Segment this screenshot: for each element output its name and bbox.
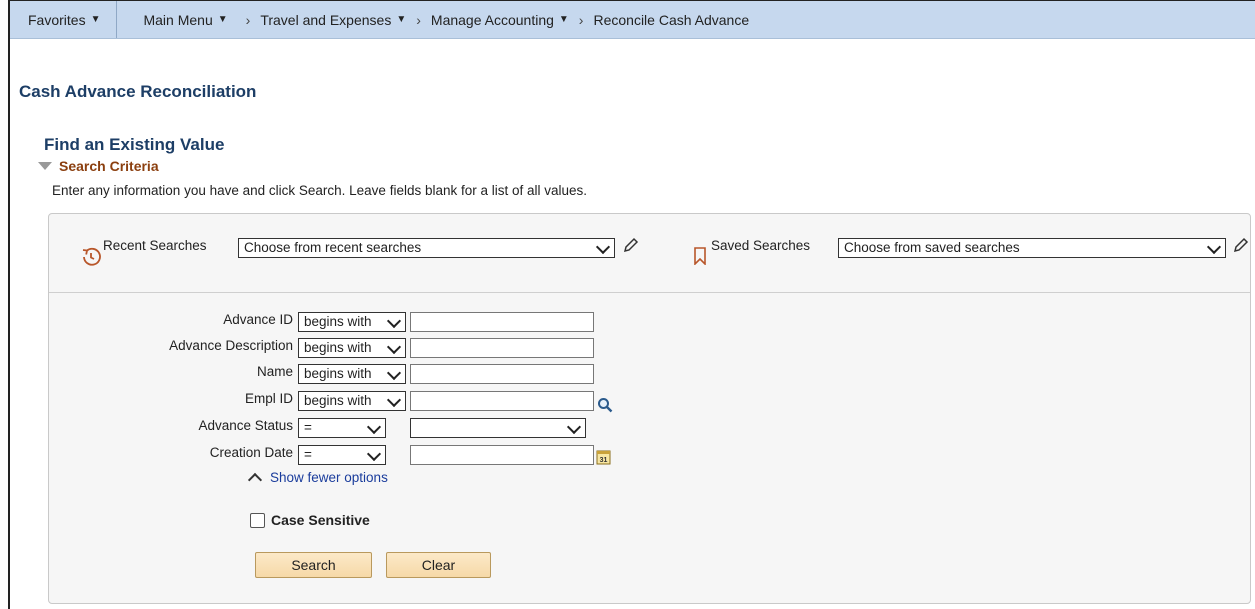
- saved-searches-label: Saved Searches: [711, 238, 811, 253]
- name-operator[interactable]: begins with: [298, 364, 406, 384]
- creation-date-input[interactable]: [410, 445, 594, 465]
- history-icon: [82, 247, 101, 266]
- pencil-icon[interactable]: [1232, 236, 1250, 254]
- chevron-down-icon: [386, 392, 402, 408]
- chevron-up-icon: [247, 472, 263, 488]
- pencil-icon[interactable]: [622, 236, 640, 254]
- search-criteria-label: Search Criteria: [59, 158, 159, 174]
- caret-down-icon: ▼: [90, 14, 101, 25]
- chevron-down-icon: [366, 419, 382, 435]
- advance-description-operator[interactable]: begins with: [298, 338, 406, 358]
- case-sensitive-label: Case Sensitive: [271, 512, 370, 528]
- show-fewer-options-link[interactable]: Show fewer options: [246, 470, 388, 488]
- breadcrumb-reconcile-cash-advance[interactable]: Reconcile Cash Advance: [593, 12, 749, 28]
- bookmark-icon: [694, 247, 706, 265]
- breadcrumb-manage-accounting[interactable]: Manage Accounting ▼: [431, 12, 569, 28]
- favorites-label: Favorites: [28, 11, 86, 28]
- operator-value: begins with: [304, 393, 372, 408]
- empl-id-operator[interactable]: begins with: [298, 391, 406, 411]
- operator-value: begins with: [304, 314, 372, 329]
- chevron-down-icon: [386, 313, 402, 329]
- recent-searches-value: Choose from recent searches: [244, 240, 422, 255]
- advance-id-label: Advance ID: [223, 312, 293, 327]
- breadcrumb-label: Manage Accounting: [430, 11, 554, 28]
- advance-status-label: Advance Status: [198, 418, 293, 433]
- advance-id-operator[interactable]: begins with: [298, 312, 406, 332]
- caret-down-icon: ▼: [396, 14, 407, 25]
- navigation-bar: Favorites ▼ Main Menu ▼ › Travel and Exp…: [10, 1, 1255, 39]
- saved-searches-select[interactable]: Choose from saved searches: [838, 238, 1226, 258]
- caret-down-icon: ▼: [558, 14, 569, 25]
- chevron-down-icon: [386, 365, 402, 381]
- advance-id-input[interactable]: [410, 312, 594, 332]
- creation-date-operator[interactable]: =: [298, 445, 386, 465]
- operator-value: begins with: [304, 340, 372, 355]
- recent-searches-label: Recent Searches: [103, 238, 207, 253]
- collapse-triangle-icon: [38, 162, 52, 170]
- panel-divider: [49, 292, 1250, 293]
- clear-button[interactable]: Clear: [386, 552, 491, 578]
- case-sensitive-checkbox[interactable]: [250, 512, 265, 528]
- chevron-down-icon: [566, 419, 582, 435]
- main-menu-label: Main Menu: [143, 11, 213, 28]
- breadcrumb-label: Reconcile Cash Advance: [593, 11, 750, 28]
- advance-description-input[interactable]: [410, 338, 594, 358]
- breadcrumb-label: Travel and Expenses: [260, 11, 392, 28]
- case-sensitive-option[interactable]: Case Sensitive: [250, 512, 370, 528]
- chevron-down-icon: [595, 239, 611, 255]
- advance-status-select[interactable]: [410, 418, 586, 438]
- operator-value: =: [304, 420, 312, 435]
- empl-id-label: Empl ID: [244, 391, 293, 406]
- find-existing-value-title: Find an Existing Value: [44, 135, 225, 154]
- search-criteria-toggle[interactable]: Search Criteria: [38, 158, 159, 174]
- creation-date-label: Creation Date: [209, 445, 293, 460]
- search-panel: Recent Searches Choose from recent searc…: [48, 213, 1251, 604]
- magnifier-icon[interactable]: [597, 397, 613, 413]
- name-input[interactable]: [410, 364, 594, 384]
- svg-text:31: 31: [600, 457, 608, 464]
- favorites-menu[interactable]: Favorites ▼: [10, 1, 118, 38]
- recent-searches-select[interactable]: Choose from recent searches: [238, 238, 615, 258]
- search-instructions: Enter any information you have and click…: [52, 183, 588, 198]
- breadcrumb-separator-icon: ›: [578, 11, 584, 28]
- page-title: Cash Advance Reconciliation: [19, 82, 257, 101]
- breadcrumb-separator-icon: ›: [416, 11, 421, 28]
- breadcrumb-separator-icon: ›: [245, 11, 251, 28]
- breadcrumb-travel-expenses[interactable]: Travel and Expenses ▼: [260, 12, 406, 28]
- main-menu[interactable]: Main Menu ▼: [117, 12, 227, 28]
- chevron-down-icon: [1206, 239, 1222, 255]
- caret-down-icon: ▼: [217, 14, 228, 25]
- operator-value: =: [304, 447, 312, 462]
- show-fewer-options-label: Show fewer options: [270, 470, 388, 485]
- advance-description-label: Advance Description: [169, 338, 293, 353]
- empl-id-input[interactable]: [410, 391, 594, 411]
- advance-status-operator[interactable]: =: [298, 418, 386, 438]
- saved-searches-value: Choose from saved searches: [844, 240, 1020, 255]
- chevron-down-icon: [386, 339, 402, 355]
- chevron-down-icon: [366, 446, 382, 462]
- calendar-icon[interactable]: 31: [596, 449, 611, 465]
- operator-value: begins with: [304, 366, 372, 381]
- name-label: Name: [256, 364, 293, 379]
- search-button[interactable]: Search: [255, 552, 372, 578]
